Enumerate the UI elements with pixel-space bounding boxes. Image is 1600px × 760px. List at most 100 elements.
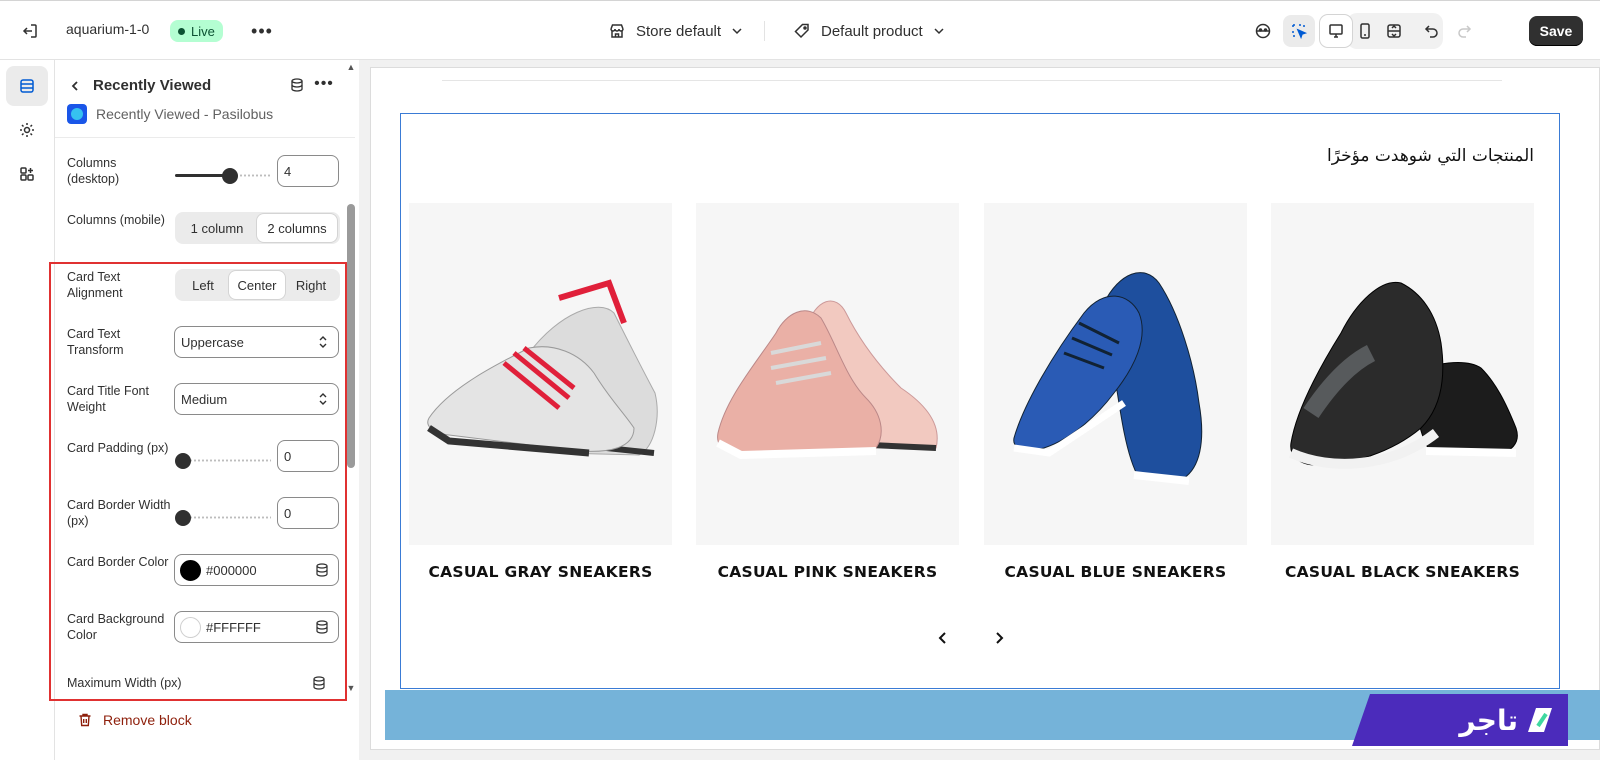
exit-icon[interactable] xyxy=(18,19,42,43)
trash-icon xyxy=(79,713,91,727)
panel-scrollbar-thumb[interactable] xyxy=(347,204,355,468)
setting-label: Card Border Color xyxy=(67,555,169,569)
setting-label: Columns (mobile) xyxy=(67,213,165,227)
store-icon xyxy=(610,24,624,38)
card-padding-input[interactable]: 0 xyxy=(277,440,339,472)
setting-label: Columns (desktop) xyxy=(67,156,120,186)
card-padding-setting: Card Padding (px) 0 xyxy=(55,440,355,484)
card-border-width-slider[interactable] xyxy=(175,510,271,526)
dynamic-source-icon[interactable] xyxy=(315,619,329,635)
status-badge-label: Live xyxy=(191,23,215,39)
card-title-font-weight-select[interactable]: Medium xyxy=(174,383,339,415)
gear-icon[interactable] xyxy=(6,110,48,150)
inspector-icon[interactable] xyxy=(1283,15,1315,47)
sections-icon[interactable] xyxy=(6,66,48,106)
columns-desktop-slider[interactable] xyxy=(175,168,271,184)
top-bar: aquarium-1-0 Live ••• Store default Defa… xyxy=(0,0,1600,60)
product-title[interactable]: CASUAL GRAY SNEAKERS xyxy=(409,563,672,581)
chevron-down-icon xyxy=(732,28,742,35)
option-right[interactable]: Right xyxy=(285,271,337,299)
color-value: #000000 xyxy=(206,563,257,578)
setting-label: Card Padding (px) xyxy=(67,441,169,455)
card-background-color-setting: Card Background Color #FFFFFF xyxy=(55,611,355,655)
section-title: المنتجات التي شوهدت مؤخرًا xyxy=(1327,146,1534,166)
live-dot-icon xyxy=(178,27,185,35)
status-badge: Live xyxy=(170,20,223,42)
slider-track xyxy=(185,516,271,519)
card-border-width-setting: Card Border Width (px) 0 xyxy=(55,497,355,541)
color-swatch[interactable] xyxy=(180,560,201,581)
card-border-color-input[interactable]: #000000 xyxy=(174,554,339,586)
card-padding-slider[interactable] xyxy=(175,453,271,469)
product-title[interactable]: CASUAL PINK SNEAKERS xyxy=(696,563,959,581)
redo-icon[interactable] xyxy=(1448,15,1480,47)
slider-track xyxy=(185,459,271,462)
card-border-width-input[interactable]: 0 xyxy=(277,497,339,529)
columns-mobile-segmented: 1 column 2 columns xyxy=(175,212,340,244)
desktop-icon[interactable] xyxy=(1320,15,1352,47)
left-rail xyxy=(0,60,55,760)
product-image[interactable] xyxy=(1271,203,1534,545)
slider-thumb[interactable] xyxy=(222,168,238,184)
color-value: #FFFFFF xyxy=(206,620,261,635)
color-swatch[interactable] xyxy=(180,617,201,638)
template-selector[interactable]: Default product xyxy=(793,19,945,43)
back-arrow-icon[interactable] xyxy=(65,76,85,96)
scroll-up-arrow-icon[interactable]: ▲ xyxy=(345,62,357,72)
save-button[interactable]: Save xyxy=(1529,16,1583,46)
chevron-down-icon xyxy=(934,28,944,35)
product-title[interactable]: CASUAL BLUE SNEAKERS xyxy=(984,563,1247,581)
setting-label: Card Text Alignment xyxy=(67,270,123,300)
panel-subtitle: Recently Viewed - Pasilobus xyxy=(96,106,274,122)
columns-desktop-setting: Columns (desktop) 4 xyxy=(55,155,355,199)
card-title-font-weight-setting: Card Title Font Weight Medium xyxy=(55,383,355,427)
carousel-next-icon[interactable] xyxy=(988,627,1010,649)
setting-label: Card Border Width (px) xyxy=(67,498,171,528)
select-chevron-icon xyxy=(319,393,327,405)
card-text-transform-setting: Card Text Transform Uppercase xyxy=(55,326,355,370)
option-1-column[interactable]: 1 column xyxy=(177,214,257,242)
option-center[interactable]: Center xyxy=(229,271,285,299)
slider-thumb[interactable] xyxy=(175,510,191,526)
option-left[interactable]: Left xyxy=(177,271,229,299)
select-chevron-icon xyxy=(319,336,327,348)
product-image[interactable] xyxy=(696,203,959,545)
option-2-columns[interactable]: 2 columns xyxy=(257,214,337,242)
slider-track xyxy=(235,174,271,177)
full-width-icon[interactable] xyxy=(1378,15,1410,47)
apps-icon[interactable] xyxy=(6,154,48,194)
panel-title: Recently Viewed xyxy=(93,77,212,94)
logo-text: تاجر xyxy=(1459,703,1518,737)
more-options-icon[interactable]: ••• xyxy=(313,74,335,94)
mobile-icon[interactable] xyxy=(1349,15,1381,47)
product-title[interactable]: CASUAL BLACK SNEAKERS xyxy=(1271,563,1534,581)
tag-icon xyxy=(794,23,809,39)
card-border-color-setting: Card Border Color #000000 xyxy=(55,554,355,598)
store-selector[interactable]: Store default xyxy=(608,19,743,43)
app-logo-icon xyxy=(67,104,87,124)
scroll-down-arrow-icon[interactable]: ▼ xyxy=(345,683,357,693)
product-image[interactable] xyxy=(984,203,1247,545)
setting-label: Card Background Color xyxy=(67,612,165,642)
columns-desktop-input[interactable]: 4 xyxy=(277,155,339,187)
product-image[interactable] xyxy=(409,203,672,545)
panel-header: Recently Viewed ••• Recently Viewed - Pa… xyxy=(55,60,355,138)
slider-thumb[interactable] xyxy=(175,453,191,469)
dynamic-source-icon[interactable] xyxy=(315,562,329,578)
setting-label: Maximum Width (px) xyxy=(67,676,182,690)
dynamic-source-icon[interactable] xyxy=(287,75,307,95)
remove-block-button[interactable]: Remove block xyxy=(77,712,192,728)
logo-mark-icon xyxy=(1528,708,1552,732)
undo-icon[interactable] xyxy=(1416,15,1448,47)
ai-assistant-icon[interactable] xyxy=(1247,15,1279,47)
card-text-transform-select[interactable]: Uppercase xyxy=(174,326,339,358)
store-name: aquarium-1-0 xyxy=(66,21,150,37)
card-background-color-input[interactable]: #FFFFFF xyxy=(174,611,339,643)
select-value: Medium xyxy=(181,391,228,407)
carousel-prev-icon[interactable] xyxy=(932,627,954,649)
columns-mobile-setting: Columns (mobile) 1 column 2 columns xyxy=(55,212,355,256)
card-text-alignment-setting: Card Text Alignment Left Center Right xyxy=(55,269,355,313)
dynamic-source-icon[interactable] xyxy=(312,675,326,691)
more-actions-icon[interactable]: ••• xyxy=(250,19,274,43)
setting-label: Card Text Transform xyxy=(67,327,124,357)
